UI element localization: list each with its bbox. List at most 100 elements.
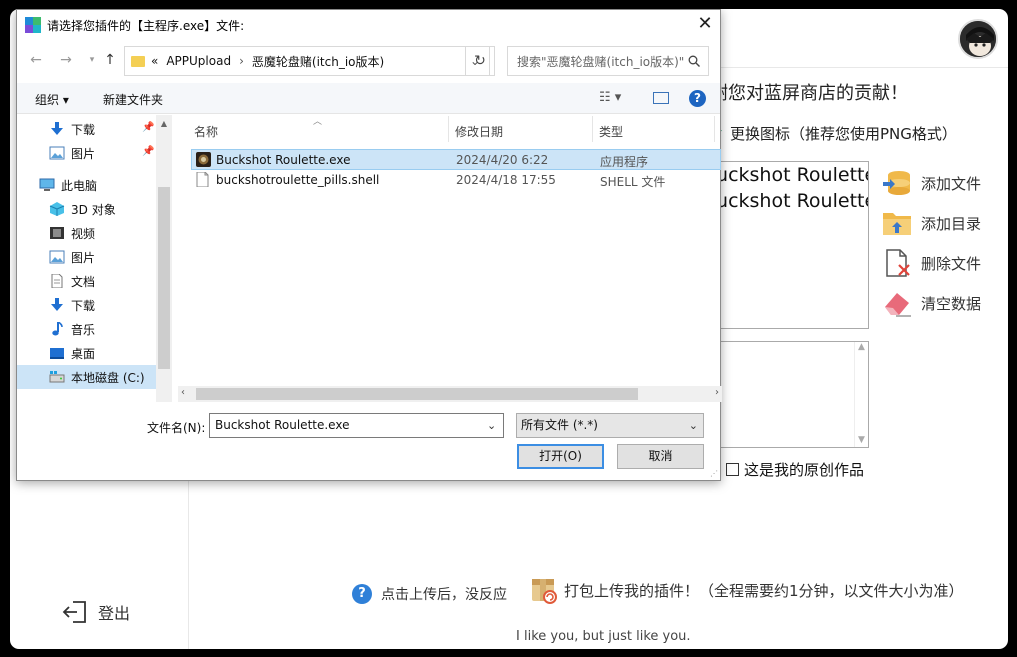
user-avatar[interactable] — [958, 19, 998, 59]
no-response-help-link[interactable]: ? 点击上传后，没反应 — [352, 584, 507, 604]
pin-icon[interactable]: 📌 — [142, 146, 154, 157]
search-input[interactable]: 搜索"恶魔轮盘赌(itch_io版本)" — [507, 46, 709, 76]
tree-item-music[interactable]: 音乐 — [49, 317, 95, 341]
table-row[interactable]: buckshotroulette_pills.shell 2024/4/18 1… — [191, 170, 721, 191]
tree-item-desktop[interactable]: 桌面 — [49, 341, 95, 365]
tree-item-label: 下载 — [71, 122, 96, 137]
eraser-icon — [885, 293, 911, 317]
this-pc-icon — [39, 178, 55, 191]
scroll-up-icon[interactable]: ▲ — [156, 119, 172, 128]
scroll-right-icon[interactable]: › — [715, 387, 719, 398]
footer-tagline: I like you, but just like you. — [516, 629, 691, 644]
column-divider[interactable] — [714, 116, 715, 142]
filename-history-dropdown-icon[interactable]: ⌄ — [487, 419, 496, 432]
tree-item-label: 视频 — [71, 226, 96, 241]
recent-locations-chevron-icon[interactable]: ▾ — [83, 51, 101, 69]
column-divider[interactable] — [448, 116, 449, 142]
navigation-bar: ← → ▾ ↑ « APPUpload › 恶魔轮盘赌(itch_io版本) ⌄… — [17, 44, 720, 76]
tree-item-local-disk-c[interactable]: 本地磁盘 (C:) — [17, 365, 156, 389]
tree-item-label: 下载 — [71, 298, 96, 313]
pictures-icon — [49, 250, 65, 264]
desktop-icon — [50, 348, 64, 359]
preview-pane-icon[interactable] — [653, 92, 669, 104]
screen: 谢您对蓝屏商店的贡献！ 更换图标（推荐您使用PNG格式） Buckshot Ro… — [0, 0, 1017, 657]
file-name: Buckshot Roulette.exe — [216, 153, 351, 167]
dialog-title-bar[interactable]: 请选择您插件的【主程序.exe】文件: ✕ — [17, 10, 720, 40]
dialog-title: 请选择您插件的【主程序.exe】文件: — [47, 18, 245, 33]
file-list-horizontal-scrollbar[interactable]: ‹ › — [178, 386, 722, 402]
add-file-label: 添加文件 — [921, 174, 982, 193]
dialog-toolbar: 组织 ▾ 新建文件夹 ☷ ▾ ? — [17, 83, 720, 114]
column-name-header[interactable]: 名称 — [194, 123, 218, 140]
tree-item-videos[interactable]: 视频 — [49, 221, 95, 245]
tree-item-label: 3D 对象 — [71, 202, 116, 217]
breadcrumb-item-current[interactable]: 恶魔轮盘赌(itch_io版本) — [252, 53, 384, 70]
delete-file-button[interactable]: 删除文件 — [882, 246, 981, 280]
navigation-pane[interactable]: 下载 📌 图片 📌 此电脑 3D 对象 视频 图片 文档 下载 音乐 桌面 本地… — [17, 115, 172, 402]
description-textarea[interactable]: ▲ ▼ — [710, 341, 869, 448]
cancel-button[interactable]: 取消 — [617, 444, 704, 469]
back-arrow-icon[interactable]: ← — [27, 51, 45, 69]
search-icon[interactable] — [688, 55, 700, 67]
list-item[interactable]: Buckshot Roulette\ — [711, 188, 868, 214]
local-disk-icon — [49, 371, 65, 383]
help-icon[interactable]: ? — [689, 90, 706, 107]
documents-icon — [51, 274, 63, 288]
selected-files-list[interactable]: Buckshot Roulette\ Buckshot Roulette\ — [710, 161, 869, 329]
tree-item-downloads[interactable]: 下载 — [49, 293, 95, 317]
original-work-checkbox[interactable]: 这是我的原创作品 — [726, 459, 864, 480]
file-type-select[interactable]: 所有文件 (*.*) ⌄ — [516, 413, 704, 438]
forward-arrow-icon[interactable]: → — [57, 51, 75, 69]
description-scrollbar[interactable]: ▲ ▼ — [854, 342, 868, 447]
up-arrow-icon[interactable]: ↑ — [101, 51, 119, 69]
column-divider[interactable] — [592, 116, 593, 142]
close-icon[interactable]: ✕ — [690, 10, 720, 40]
search-placeholder: 搜索"恶魔轮盘赌(itch_io版本)" — [517, 54, 685, 69]
file-open-dialog: 请选择您插件的【主程序.exe】文件: ✕ ← → ▾ ↑ « APPUploa… — [16, 9, 722, 481]
pin-icon[interactable]: 📌 — [142, 122, 154, 133]
tree-item-this-pc[interactable]: 此电脑 — [39, 173, 97, 197]
change-icon-link[interactable]: 更换图标（推荐您使用PNG格式） — [710, 123, 957, 144]
music-icon — [52, 322, 63, 336]
address-bar[interactable]: « APPUpload › 恶魔轮盘赌(itch_io版本) ⌄ — [124, 46, 490, 76]
file-modified: 2024/4/18 17:55 — [456, 173, 556, 187]
view-options-icon[interactable]: ☷ ▾ — [599, 90, 621, 105]
scrollbar-thumb[interactable] — [196, 388, 638, 400]
organize-menu[interactable]: 组织 ▾ — [35, 91, 69, 108]
scrollbar-thumb[interactable] — [158, 187, 170, 369]
filename-label: 文件名(N): — [147, 421, 206, 435]
list-item[interactable]: Buckshot Roulette\ — [711, 162, 868, 188]
no-response-label: 点击上传后，没反应 — [381, 587, 507, 603]
navigation-pane-scrollbar[interactable]: ▲ — [156, 115, 172, 402]
tree-item-pictures[interactable]: 图片 — [49, 245, 95, 269]
column-modified-header[interactable]: 修改日期 — [455, 123, 503, 140]
add-file-button[interactable]: 添加文件 — [882, 166, 981, 200]
delete-file-icon — [886, 249, 910, 277]
tree-item-3d-objects[interactable]: 3D 对象 — [49, 197, 116, 221]
folder-icon — [883, 213, 911, 235]
download-arrow-icon — [51, 298, 63, 311]
open-button[interactable]: 打开(O) — [517, 444, 604, 469]
filename-input[interactable]: Buckshot Roulette.exe — [209, 413, 504, 438]
tree-item-downloads-pinned[interactable]: 下载 — [49, 117, 95, 141]
new-folder-button[interactable]: 新建文件夹 — [103, 91, 163, 108]
avatar-face-icon — [960, 21, 996, 57]
original-work-label: 这是我的原创作品 — [744, 461, 865, 479]
column-type-header[interactable]: 类型 — [599, 123, 623, 140]
breadcrumb-chevron-icon[interactable]: › — [239, 54, 244, 68]
checkbox-box[interactable] — [726, 463, 739, 476]
tree-item-documents[interactable]: 文档 — [49, 269, 95, 293]
clear-data-button[interactable]: 清空数据 — [882, 286, 981, 320]
file-name: buckshotroulette_pills.shell — [216, 173, 380, 187]
tree-item-pictures-pinned[interactable]: 图片 — [49, 141, 95, 165]
logout-button[interactable]: 登出 — [62, 599, 130, 625]
scroll-left-icon[interactable]: ‹ — [181, 387, 185, 398]
table-row[interactable]: Buckshot Roulette.exe 2024/4/20 6:22 应用程… — [191, 149, 721, 170]
refresh-icon[interactable]: ↻ — [465, 46, 495, 76]
resize-grip-icon[interactable]: ⋰ — [710, 469, 718, 478]
breadcrumb-item-appupload[interactable]: APPUpload — [166, 54, 231, 68]
add-folder-button[interactable]: 添加目录 — [882, 206, 981, 240]
breadcrumb-overflow[interactable]: « — [151, 54, 158, 68]
pack-upload-button[interactable]: 打包上传我的插件！（全程需要约1分钟，以文件大小为准） — [530, 575, 964, 605]
generic-file-icon — [196, 172, 209, 187]
